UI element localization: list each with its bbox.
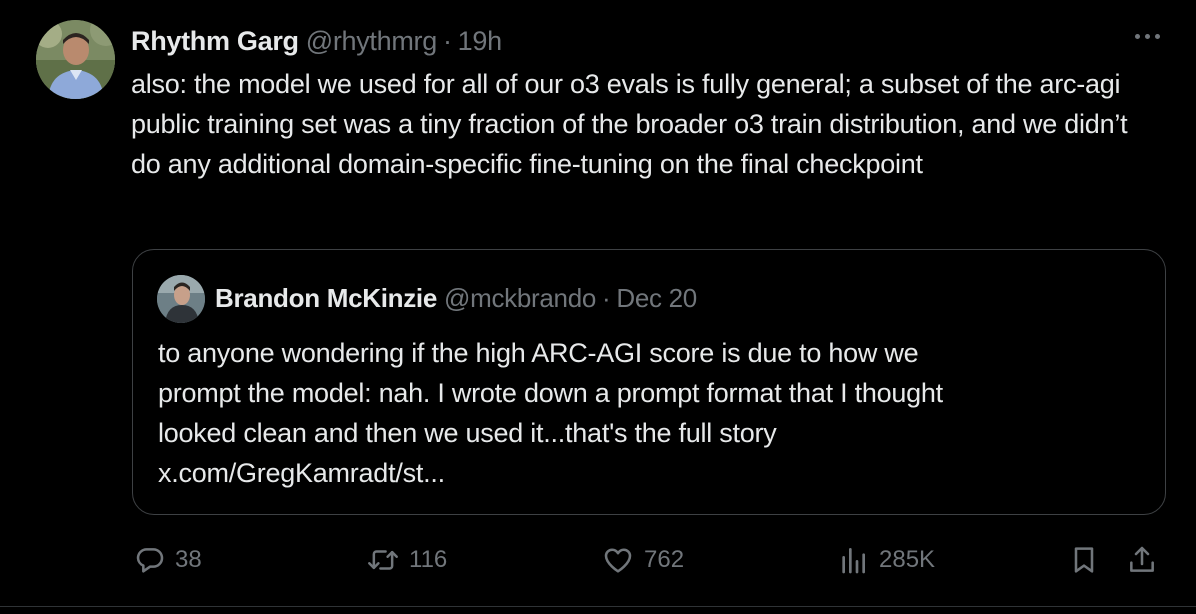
- quoted-author-handle[interactable]: @mckbrando: [444, 283, 596, 314]
- bookmark-icon: [1074, 547, 1094, 573]
- tweet-header: Rhythm Garg @rhythmrg · 19h: [131, 24, 502, 58]
- quoted-text: to anyone wondering if the high ARC-AGI …: [158, 333, 1148, 493]
- view-count: 285K: [879, 546, 936, 573]
- author-name[interactable]: Rhythm Garg: [131, 26, 299, 57]
- quoted-author-name[interactable]: Brandon McKinzie: [215, 283, 437, 314]
- action-bar: 38 116 762 285K: [134, 542, 1160, 578]
- quoted-text-line: looked clean and then we used it...that'…: [158, 418, 777, 448]
- views-button[interactable]: 285K: [836, 542, 935, 578]
- quoted-link[interactable]: x.com/GregKamradt/st...: [158, 453, 1148, 493]
- share-button[interactable]: [1126, 542, 1158, 578]
- tweet[interactable]: Rhythm Garg @rhythmrg · 19h also: the mo…: [0, 0, 1196, 614]
- repost-button[interactable]: 116: [366, 542, 447, 578]
- tweet-text: also: the model we used for all of our o…: [131, 69, 1128, 179]
- like-count: 762: [644, 546, 685, 573]
- dot: [1135, 34, 1140, 39]
- dot: [1145, 34, 1150, 39]
- quoted-tweet[interactable]: Brandon McKinzie @mckbrando · Dec 20 to …: [132, 249, 1166, 515]
- reply-bubble-icon: [136, 548, 164, 573]
- heart-icon: [604, 548, 632, 573]
- divider: [0, 606, 1196, 607]
- bookmark-button[interactable]: [1068, 542, 1100, 578]
- quoted-header: Brandon McKinzie @mckbrando · Dec 20: [215, 281, 697, 315]
- repost-count: 116: [409, 546, 448, 573]
- reply-button[interactable]: 38: [134, 542, 202, 578]
- author-handle[interactable]: @rhythmrg: [306, 26, 438, 57]
- tweet-timestamp[interactable]: 19h: [458, 26, 502, 57]
- repost-arrows-icon: [368, 550, 398, 570]
- separator-dot: ·: [442, 25, 452, 56]
- dot: [1155, 34, 1160, 39]
- quoted-timestamp[interactable]: Dec 20: [616, 283, 697, 314]
- share-upload-icon: [1130, 546, 1154, 572]
- like-button[interactable]: 762: [601, 542, 684, 578]
- separator-dot: ·: [602, 282, 611, 313]
- quoted-text-line: to anyone wondering if the high ARC-AGI …: [158, 338, 919, 368]
- quoted-text-line: prompt the model: nah. I wrote down a pr…: [158, 378, 943, 408]
- avatar[interactable]: [36, 20, 115, 99]
- quoted-avatar[interactable]: [157, 275, 205, 323]
- bar-chart-icon: [842, 548, 865, 574]
- reply-count: 38: [175, 546, 202, 573]
- more-dots-icon[interactable]: [1135, 34, 1160, 39]
- quoted-avatar-image: [157, 275, 205, 323]
- avatar-image: [36, 20, 115, 99]
